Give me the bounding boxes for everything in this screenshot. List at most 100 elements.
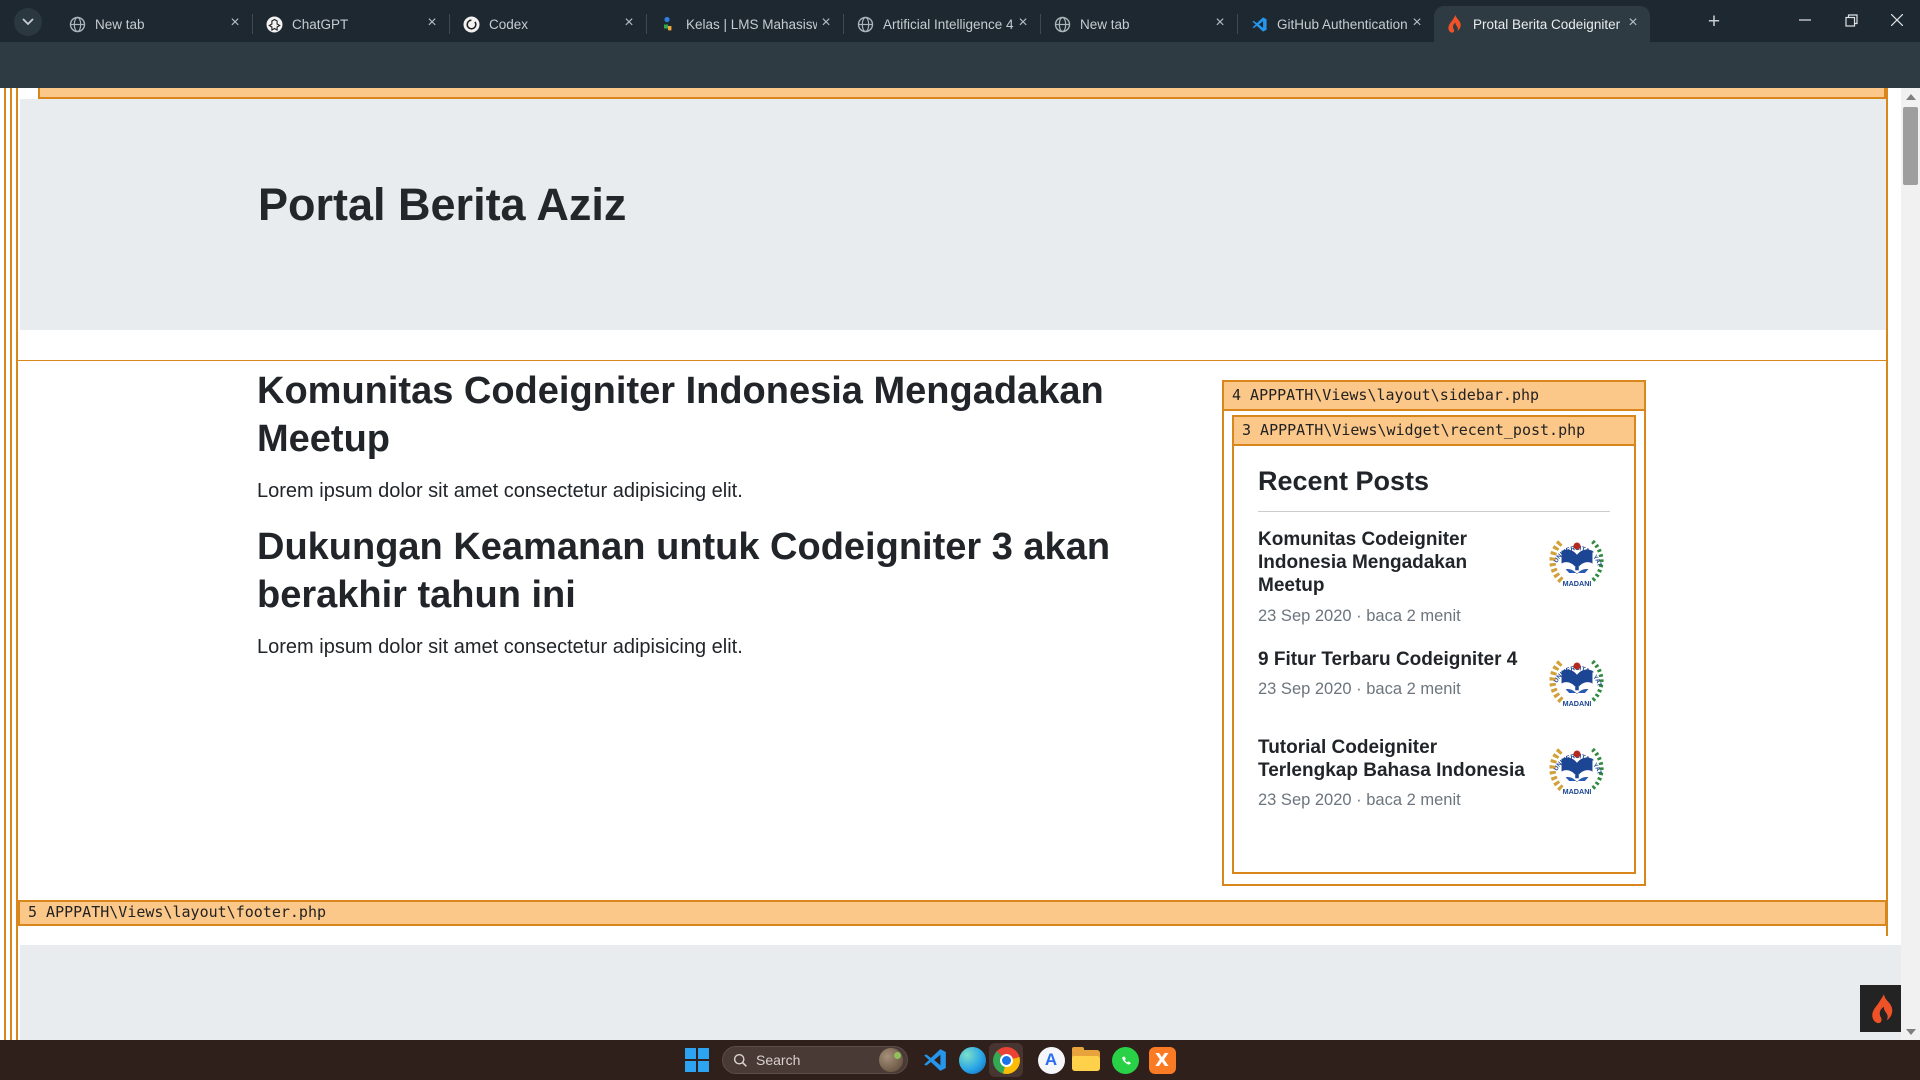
post-title[interactable]: Tutorial Codeigniter Terlengkap Bahasa I…: [1258, 736, 1534, 782]
codex-icon: [462, 15, 480, 33]
lms-icon: [659, 15, 677, 33]
university-logo: UNIVERSITAS YATSI MADANI: [1544, 736, 1610, 810]
tab-label: GitHub Authentication - S: [1277, 17, 1408, 32]
taskbar-chrome-icon-active[interactable]: [989, 1043, 1023, 1077]
tab-portal-berita-active[interactable]: Protal Berita Codeigniter ×: [1434, 6, 1650, 42]
screen: New tab × ChatGPT × Codex × Kelas | LMS …: [0, 0, 1920, 1080]
taskbar-search-box[interactable]: Search: [722, 1046, 908, 1074]
debug-border-line: [1886, 88, 1888, 936]
divider: [1258, 511, 1610, 512]
recent-posts-heading: Recent Posts: [1258, 466, 1610, 497]
taskbar-file-explorer-icon[interactable]: [1071, 1045, 1101, 1075]
page-title: Portal Berita Aziz: [258, 179, 626, 231]
browser-tab-bar: New tab × ChatGPT × Codex × Kelas | LMS …: [0, 0, 1920, 42]
list-item[interactable]: Tutorial Codeigniter Terlengkap Bahasa I…: [1258, 736, 1610, 810]
globe-icon: [1053, 15, 1071, 33]
recent-posts-widget: Recent Posts Komunitas Codeigniter Indon…: [1234, 446, 1634, 810]
globe-icon: [68, 15, 86, 33]
chatgpt-icon: [265, 15, 283, 33]
taskbar-app-icon[interactable]: A: [1036, 1045, 1066, 1075]
codeigniter-flame-icon: [1870, 994, 1896, 1024]
window-controls: [1782, 0, 1920, 40]
chevron-down-icon: [22, 18, 34, 26]
tab-close-icon[interactable]: ×: [1408, 15, 1426, 33]
codeigniter-icon: [1446, 15, 1464, 33]
vscode-icon: [1250, 15, 1268, 33]
tab-close-icon[interactable]: ×: [1014, 15, 1032, 33]
article-excerpt: Lorem ipsum dolor sit amet consectetur a…: [257, 480, 743, 503]
tabs-container: New tab × ChatGPT × Codex × Kelas | LMS …: [56, 6, 1650, 42]
header-bottom-border: [17, 360, 1888, 361]
debug-label-recent-post: 3 APPPATH\Views\widget\recent_post.php: [1234, 417, 1634, 446]
restore-button[interactable]: [1828, 0, 1874, 40]
debug-border-line: [10, 88, 12, 1040]
windows-logo-icon: [685, 1048, 709, 1072]
debug-border-line: [4, 88, 6, 1040]
post-meta: 23 Sep 2020 · baca 2 menit: [1258, 607, 1534, 626]
university-logo: UNIVERSITAS YATSI MADANI: [1544, 528, 1610, 626]
tab-close-icon[interactable]: ×: [1624, 15, 1642, 33]
tab-label: Artificial Intelligence 4. K: [883, 17, 1014, 32]
page-scrollbar[interactable]: [1901, 88, 1920, 1040]
codeigniter-debugbar-button[interactable]: [1860, 985, 1901, 1032]
tab-close-icon[interactable]: ×: [1211, 15, 1229, 33]
scroll-down-arrow[interactable]: [1901, 1023, 1920, 1040]
debug-border-line: [16, 88, 18, 1040]
debug-label-footer: 5 APPPATH\Views\layout\footer.php: [18, 900, 1887, 926]
svg-text:MADANI: MADANI: [1563, 579, 1592, 588]
recent-post-debug-box: 3 APPPATH\Views\widget\recent_post.php R…: [1232, 415, 1636, 874]
article-excerpt: Lorem ipsum dolor sit amet consectetur a…: [257, 636, 743, 659]
site-header: Portal Berita Aziz: [20, 99, 1886, 330]
close-button[interactable]: [1874, 0, 1920, 40]
tab-label: Protal Berita Codeigniter: [1473, 17, 1624, 32]
scroll-up-arrow[interactable]: [1901, 88, 1920, 105]
svg-text:MADANI: MADANI: [1563, 698, 1592, 707]
tab-label: New tab: [95, 17, 226, 32]
tab-label: Codex: [489, 17, 620, 32]
page-viewport: Portal Berita Aziz Komunitas Codeigniter…: [0, 88, 1901, 1040]
minimize-button[interactable]: [1782, 0, 1828, 40]
list-item[interactable]: Komunitas Codeigniter Indonesia Mengadak…: [1258, 528, 1610, 626]
svg-text:MADANI: MADANI: [1563, 786, 1592, 795]
article-title[interactable]: Komunitas Codeigniter Indonesia Mengadak…: [257, 368, 1157, 464]
taskbar-edge-icon[interactable]: [957, 1045, 987, 1075]
taskbar-xampp-icon[interactable]: ꓫ: [1147, 1045, 1177, 1075]
debug-label-sidebar: 4 APPPATH\Views\layout\sidebar.php: [1224, 382, 1644, 411]
browser-toolbar: localhost:8080/news ☆ ⋮: [0, 42, 1920, 88]
tab-new-tab-2[interactable]: New tab ×: [1041, 7, 1237, 41]
site-footer: [20, 945, 1901, 1040]
tab-label: New tab: [1080, 17, 1211, 32]
search-placeholder: Search: [756, 1052, 879, 1068]
article-title[interactable]: Dukungan Keamanan untuk Codeigniter 3 ak…: [257, 524, 1157, 620]
debug-strip-clipped: [38, 88, 1886, 99]
tab-label: ChatGPT: [292, 17, 423, 32]
list-item[interactable]: 9 Fitur Terbaru Codeigniter 4 23 Sep 202…: [1258, 648, 1610, 714]
post-title[interactable]: Komunitas Codeigniter Indonesia Mengadak…: [1258, 528, 1534, 598]
post-meta: 23 Sep 2020 · baca 2 menit: [1258, 791, 1534, 810]
tab-close-icon[interactable]: ×: [226, 15, 244, 33]
windows-taskbar: Search A ꓫ: [0, 1040, 1920, 1080]
tab-github-auth[interactable]: GitHub Authentication - S ×: [1238, 7, 1434, 41]
start-button[interactable]: [682, 1045, 712, 1075]
post-title[interactable]: 9 Fitur Terbaru Codeigniter 4: [1258, 648, 1534, 671]
tab-close-icon[interactable]: ×: [620, 15, 638, 33]
tab-label: Kelas | LMS Mahasiswa: [686, 17, 817, 32]
tab-chatgpt[interactable]: ChatGPT ×: [253, 7, 449, 41]
post-meta: 23 Sep 2020 · baca 2 menit: [1258, 680, 1534, 699]
sidebar-debug-box: 4 APPPATH\Views\layout\sidebar.php 3 APP…: [1222, 380, 1646, 886]
search-highlight-image[interactable]: [879, 1048, 903, 1072]
university-logo: UNIVERSITAS YATSI MADANI: [1544, 648, 1610, 714]
taskbar-whatsapp-icon[interactable]: [1110, 1045, 1140, 1075]
search-icon: [733, 1053, 748, 1068]
tab-artificial-intelligence[interactable]: Artificial Intelligence 4. K ×: [844, 7, 1040, 41]
tab-new-tab-1[interactable]: New tab ×: [56, 7, 252, 41]
taskbar-vscode-icon[interactable]: [920, 1045, 950, 1075]
tab-codex[interactable]: Codex ×: [450, 7, 646, 41]
tab-search-button[interactable]: [14, 8, 42, 36]
new-tab-button[interactable]: +: [1700, 9, 1728, 37]
scrollbar-thumb[interactable]: [1903, 107, 1918, 185]
tab-close-icon[interactable]: ×: [423, 15, 441, 33]
globe-icon: [856, 15, 874, 33]
tab-lms[interactable]: Kelas | LMS Mahasiswa ×: [647, 7, 843, 41]
tab-close-icon[interactable]: ×: [817, 15, 835, 33]
